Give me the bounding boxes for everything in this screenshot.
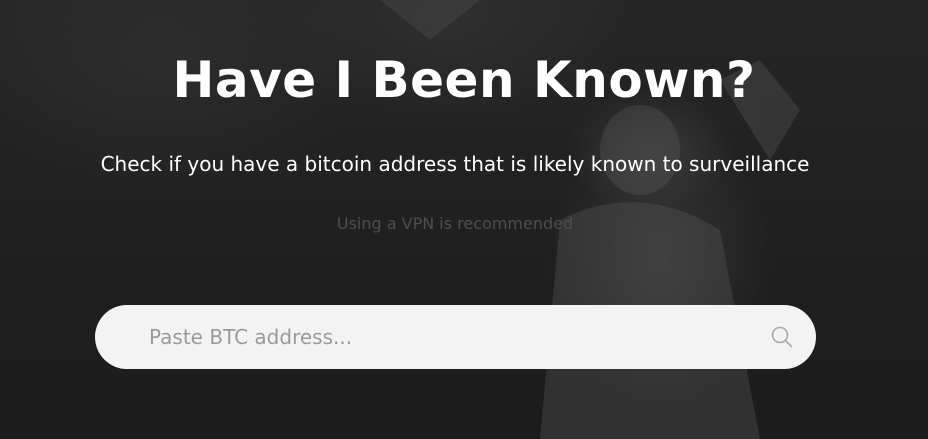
page-subtitle: Check if you have a bitcoin address that… <box>100 152 810 176</box>
search-bar <box>95 304 816 370</box>
search-button[interactable] <box>768 323 796 351</box>
page-title: Have I Been Known? <box>172 51 756 109</box>
btc-address-input[interactable] <box>147 304 768 370</box>
vpn-note: Using a VPN is recommended <box>336 214 574 233</box>
search-icon <box>771 326 793 348</box>
hero-section: Have I Been Known? Check if you have a b… <box>0 0 928 439</box>
